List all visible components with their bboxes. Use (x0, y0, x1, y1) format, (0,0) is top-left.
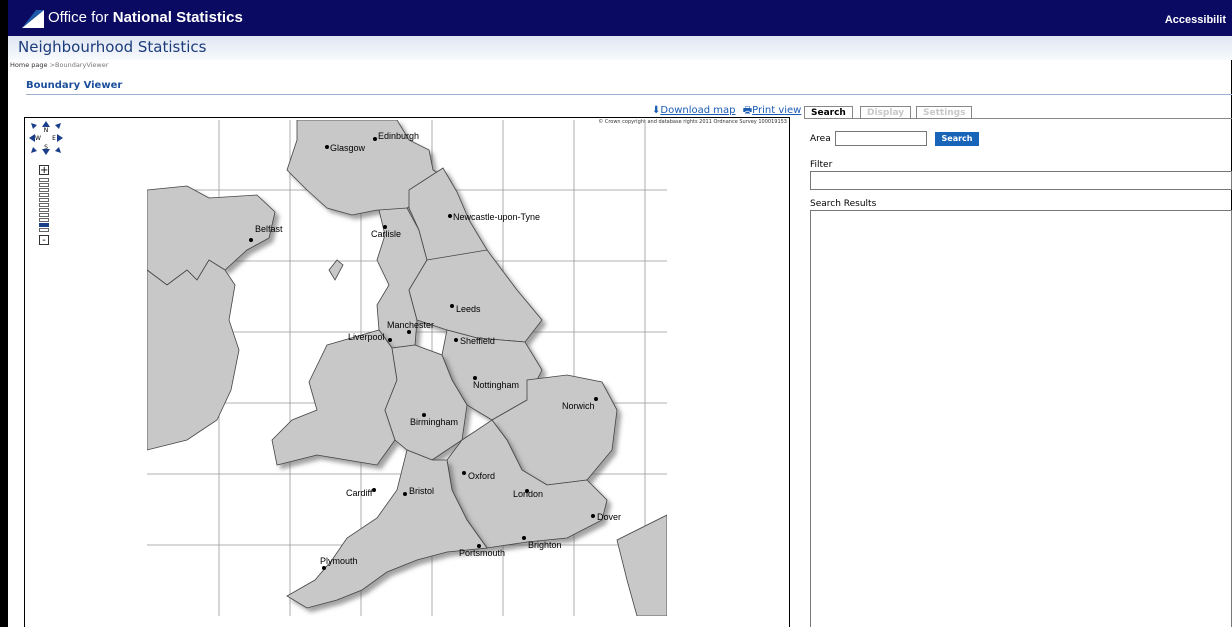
title-divider (26, 94, 1232, 95)
compass-n: N (44, 127, 49, 134)
zoom-out-button[interactable]: - (39, 235, 49, 246)
zoom-level-step[interactable] (39, 208, 49, 212)
zoom-level-step[interactable] (39, 203, 49, 207)
city-label: Norwich (562, 401, 595, 411)
city-marker[interactable] (594, 397, 598, 401)
breadcrumb-separator: > (47, 61, 56, 69)
zoom-level-step[interactable] (39, 178, 49, 182)
zoom-level-step[interactable] (39, 193, 49, 197)
area-label: Area (810, 134, 831, 144)
ons-logo-icon (22, 10, 44, 28)
city-marker[interactable] (322, 566, 326, 570)
zoom-level-step[interactable] (39, 228, 49, 232)
city-label: Bristol (409, 486, 434, 496)
city-marker[interactable] (591, 514, 595, 518)
wales-region[interactable] (271, 329, 398, 466)
breadcrumb-current: BoundaryViewer (55, 61, 109, 69)
brand-bold: National Statistics (112, 9, 243, 26)
city-marker[interactable] (462, 471, 466, 475)
uk-boundary-map[interactable]: Glasgow Edinburgh Belfast Carlisle Newcastle… (147, 120, 667, 616)
brand-prefix: Office for (48, 9, 113, 26)
france-landmass (616, 514, 667, 616)
filter-label: Filter (810, 160, 833, 170)
city-label: Liverpool (348, 332, 385, 342)
zoom-level-step[interactable] (39, 223, 49, 227)
city-marker[interactable] (249, 238, 253, 242)
header-bar: Office for National Statistics Accessibi… (8, 0, 1232, 36)
city-label: Brighton (528, 540, 562, 550)
page-title: Boundary Viewer (26, 80, 123, 91)
city-marker[interactable] (403, 492, 407, 496)
site-title[interactable]: Neighbourhood Statistics (18, 38, 206, 56)
zoom-level-step[interactable] (39, 213, 49, 217)
map-viewer[interactable]: © Crown copyright and database rights 20… (24, 117, 790, 627)
city-marker[interactable] (450, 304, 454, 308)
city-label: Glasgow (330, 143, 366, 153)
city-label: Nottingham (473, 380, 519, 390)
city-label: Cardiff (346, 488, 373, 498)
site-title-bar: Neighbourhood Statistics (8, 36, 1232, 60)
city-label: Oxford (468, 471, 495, 481)
compass-e: E (52, 135, 56, 142)
city-marker[interactable] (373, 137, 377, 141)
search-button[interactable]: Search (935, 132, 979, 146)
zoom-slider[interactable] (39, 178, 51, 232)
download-map-link[interactable]: Download map (660, 105, 735, 116)
printer-icon[interactable]: 🖶 (743, 105, 752, 116)
compass-w: W (35, 135, 41, 142)
isle-of-man (328, 259, 344, 281)
city-label: Plymouth (320, 556, 358, 566)
pan-east-arrow-icon[interactable] (57, 134, 63, 142)
city-marker[interactable] (325, 145, 329, 149)
city-label: Birmingham (410, 417, 458, 427)
city-label: Dover (597, 512, 621, 522)
zoom-in-button[interactable]: + (39, 165, 49, 176)
city-label: London (513, 489, 543, 499)
city-marker[interactable] (522, 536, 526, 540)
filter-input[interactable] (810, 171, 1232, 190)
breadcrumb-home[interactable]: Home page (10, 61, 48, 69)
pan-compass-control[interactable]: N S W E (29, 121, 63, 155)
print-view-link[interactable]: Print view (752, 105, 801, 116)
city-marker[interactable] (388, 338, 392, 342)
city-marker[interactable] (407, 330, 411, 334)
city-label: Carlisle (371, 229, 401, 239)
tab-divider (804, 118, 1232, 119)
zoom-control: + - (39, 165, 51, 246)
zoom-level-step[interactable] (39, 183, 49, 187)
city-label: Manchester (387, 320, 434, 330)
zoom-level-step[interactable] (39, 198, 49, 202)
city-marker[interactable] (372, 488, 376, 492)
city-marker[interactable] (448, 214, 452, 218)
compass-s: S (44, 144, 48, 151)
accessibility-link[interactable]: Accessibilit (1165, 14, 1226, 26)
ireland-landmass (147, 259, 240, 451)
brand-name[interactable]: Office for National Statistics (48, 9, 243, 26)
city-label: Newcastle-upon-Tyne (453, 212, 540, 222)
breadcrumb: Home page >BoundaryViewer (10, 61, 108, 69)
search-results-label: Search Results (810, 199, 877, 209)
city-label: Portsmouth (459, 548, 505, 558)
city-label: Belfast (255, 224, 283, 234)
city-marker[interactable] (454, 338, 458, 342)
area-search-input[interactable] (835, 131, 927, 146)
city-label: Leeds (456, 304, 481, 314)
city-label: Sheffield (460, 336, 495, 346)
zoom-level-step[interactable] (39, 188, 49, 192)
search-results-list[interactable] (810, 210, 1232, 627)
zoom-level-step[interactable] (39, 218, 49, 222)
city-label: Edinburgh (378, 131, 419, 141)
